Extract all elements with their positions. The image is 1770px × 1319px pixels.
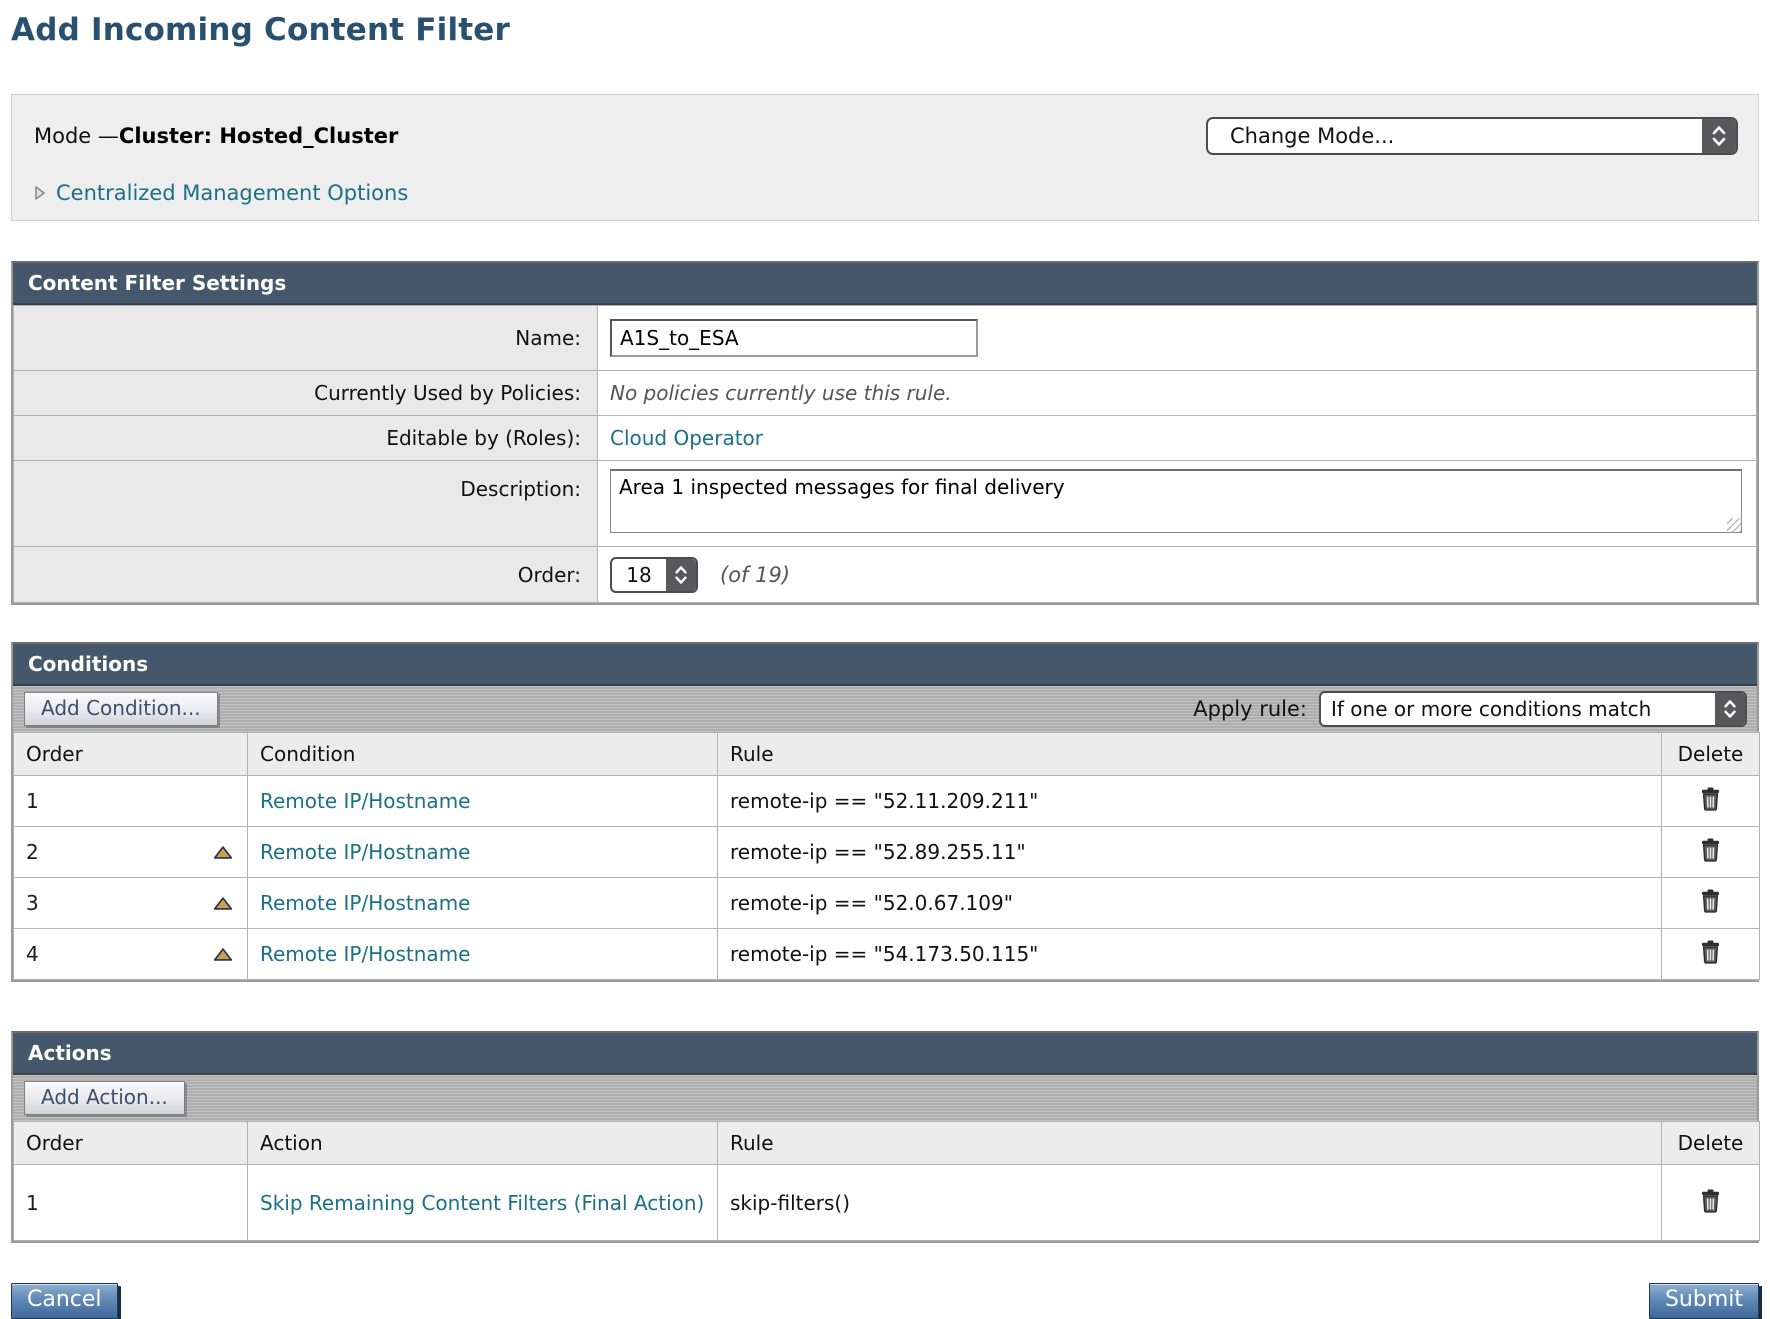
move-up-icon[interactable] — [211, 845, 235, 860]
condition-link[interactable]: Remote IP/Hostname — [260, 840, 470, 864]
condition-rule: remote-ip == "52.11.209.211" — [730, 789, 1038, 813]
delete-condition-trash-icon[interactable] — [1699, 837, 1722, 862]
apply-rule-selected-value: If one or more conditions match — [1321, 693, 1715, 725]
delete-condition-trash-icon[interactable] — [1699, 888, 1722, 913]
move-up-icon[interactable] — [211, 896, 235, 911]
content-filter-settings-header: Content Filter Settings — [13, 263, 1757, 305]
description-textarea[interactable]: Area 1 inspected messages for final deli… — [610, 469, 1742, 533]
condition-rule: remote-ip == "52.89.255.11" — [730, 840, 1026, 864]
col-action: Action — [248, 1122, 718, 1165]
delete-condition-trash-icon[interactable] — [1699, 786, 1722, 811]
select-arrows-icon — [1715, 693, 1745, 725]
order-label: Order: — [14, 547, 598, 603]
disclosure-triangle-icon[interactable] — [34, 184, 46, 202]
col-delete: Delete — [1662, 1122, 1760, 1165]
order-row: Order: 18 (of 19) — [14, 547, 1757, 603]
condition-link[interactable]: Remote IP/Hostname — [260, 789, 470, 813]
conditions-toolbar: Add Condition... Apply rule: If one or m… — [13, 686, 1757, 732]
col-rule: Rule — [718, 733, 1662, 776]
col-rule: Rule — [718, 1122, 1662, 1165]
col-condition: Condition — [248, 733, 718, 776]
delete-action-trash-icon[interactable] — [1699, 1188, 1722, 1213]
conditions-header: Conditions — [13, 644, 1757, 686]
condition-order: 2 — [26, 840, 39, 864]
policies-value: No policies currently use this rule. — [598, 371, 1757, 416]
condition-link[interactable]: Remote IP/Hostname — [260, 942, 470, 966]
content-filter-settings-section: Content Filter Settings Name: Currently … — [11, 261, 1759, 605]
submit-button[interactable]: Submit — [1649, 1283, 1759, 1319]
apply-rule-label: Apply rule: — [1193, 697, 1307, 721]
condition-link[interactable]: Remote IP/Hostname — [260, 891, 470, 915]
centralized-management-options-link[interactable]: Centralized Management Options — [56, 181, 408, 205]
editable-label: Editable by (Roles): — [14, 416, 598, 461]
condition-row: 2 Remote IP/Hostname remote-ip == "52.89… — [14, 827, 1760, 878]
description-row: Description: Area 1 inspected messages f… — [14, 461, 1757, 547]
apply-rule-select[interactable]: If one or more conditions match — [1319, 691, 1747, 727]
condition-order: 3 — [26, 891, 39, 915]
policies-label: Currently Used by Policies: — [14, 371, 598, 416]
cloud-operator-link[interactable]: Cloud Operator — [610, 426, 763, 450]
actions-toolbar: Add Action... — [13, 1075, 1757, 1121]
action-order: 1 — [26, 1191, 39, 1215]
order-selected-value: 18 — [612, 559, 666, 591]
description-label: Description: — [14, 461, 598, 547]
condition-row: 1 Remote IP/Hostname remote-ip == "52.11… — [14, 776, 1760, 827]
col-delete: Delete — [1662, 733, 1760, 776]
name-input[interactable] — [610, 319, 978, 357]
delete-condition-trash-icon[interactable] — [1699, 939, 1722, 964]
order-select[interactable]: 18 — [610, 557, 698, 593]
action-row: 1 Skip Remaining Content Filters (Final … — [14, 1165, 1760, 1241]
actions-header-row: Order Action Rule Delete — [14, 1122, 1760, 1165]
add-condition-button[interactable]: Add Condition... — [24, 692, 218, 726]
mode-value: Cluster: Hosted_Cluster — [119, 124, 398, 148]
conditions-header-row: Order Condition Rule Delete — [14, 733, 1760, 776]
add-action-button[interactable]: Add Action... — [24, 1081, 185, 1115]
page-title: Add Incoming Content Filter — [11, 12, 1759, 48]
condition-row: 4 Remote IP/Hostname remote-ip == "54.17… — [14, 929, 1760, 980]
name-label: Name: — [14, 306, 598, 371]
change-mode-selected-value: Change Mode... — [1208, 119, 1702, 153]
mode-text: Mode —Cluster: Hosted_Cluster — [34, 124, 398, 148]
actions-section: Actions Add Action... Order Action Rule … — [11, 1031, 1759, 1243]
mode-label: Mode — — [34, 124, 119, 148]
select-arrows-icon — [1702, 119, 1736, 153]
editable-row: Editable by (Roles): Cloud Operator — [14, 416, 1757, 461]
move-up-icon[interactable] — [211, 947, 235, 962]
name-row: Name: — [14, 306, 1757, 371]
condition-order: 4 — [26, 942, 39, 966]
actions-header: Actions — [13, 1033, 1757, 1075]
cancel-button[interactable]: Cancel — [11, 1283, 118, 1319]
policies-row: Currently Used by Policies: No policies … — [14, 371, 1757, 416]
conditions-section: Conditions Add Condition... Apply rule: … — [11, 642, 1759, 982]
col-order: Order — [14, 733, 248, 776]
mode-panel: Mode —Cluster: Hosted_Cluster Change Mod… — [11, 94, 1759, 221]
change-mode-select[interactable]: Change Mode... — [1206, 117, 1738, 155]
condition-rule: remote-ip == "54.173.50.115" — [730, 942, 1038, 966]
action-rule: skip-filters() — [730, 1191, 850, 1215]
condition-order: 1 — [26, 789, 39, 813]
condition-rule: remote-ip == "52.0.67.109" — [730, 891, 1013, 915]
action-link[interactable]: Skip Remaining Content Filters (Final Ac… — [260, 1191, 704, 1215]
col-order: Order — [14, 1122, 248, 1165]
condition-row: 3 Remote IP/Hostname remote-ip == "52.0.… — [14, 878, 1760, 929]
order-of-note: (of 19) — [720, 563, 790, 587]
select-arrows-icon — [666, 559, 696, 591]
